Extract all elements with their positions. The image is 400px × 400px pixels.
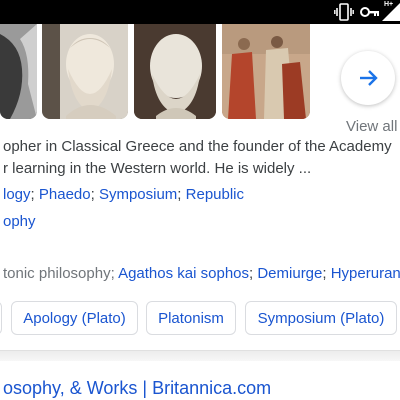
view-all-button[interactable] <box>341 51 395 105</box>
chip-symposium[interactable]: Symposium (Plato) <box>245 301 397 335</box>
vibrate-icon <box>334 3 354 21</box>
image-gallery: View all <box>0 24 400 135</box>
related-link-hyperuran[interactable]: Hyperuran <box>331 265 400 282</box>
signal-label: H+ <box>384 1 394 8</box>
result-title-link[interactable]: osophy, & Works | Britannica.com <box>3 378 271 399</box>
philosophy-link-text[interactable]: ophy <box>3 213 36 230</box>
related-link-agathos[interactable]: Agathos kai sophos <box>118 265 249 282</box>
bust-image-1[interactable] <box>0 24 37 119</box>
related-topics: tonic philosophy; Agathos kai sophos; De… <box>3 265 400 282</box>
book-link-republic[interactable]: Republic <box>186 186 244 203</box>
bust-image-3[interactable] <box>134 24 216 119</box>
related-link-demiurge[interactable]: Demiurge <box>257 265 322 282</box>
book-link-symposium[interactable]: Symposium <box>99 186 177 203</box>
view-all-label[interactable]: View all <box>346 118 397 135</box>
description-line-2: r learning in the Western world. He is w… <box>3 160 312 177</box>
book-link-phaedo[interactable]: Phaedo <box>39 186 91 203</box>
bust-image-2[interactable] <box>42 24 128 119</box>
painting-image[interactable] <box>222 24 310 119</box>
chip-apology[interactable]: Apology (Plato) <box>11 301 138 335</box>
status-bar: H+ <box>0 0 400 24</box>
philosophy-link: ophy <box>3 213 36 230</box>
arrow-right-icon <box>360 70 378 86</box>
related-prefix: tonic philosophy; <box>3 265 119 282</box>
chip-platonism[interactable]: Platonism <box>146 301 236 335</box>
chip-partial[interactable] <box>0 301 2 335</box>
vpn-key-icon <box>360 7 379 17</box>
book-link-apology[interactable]: logy <box>3 186 31 203</box>
books-links: logy; Phaedo; Symposium; Republic <box>3 186 245 203</box>
description-line-1: opher in Classical Greece and the founde… <box>3 138 392 155</box>
section-divider <box>0 350 400 361</box>
